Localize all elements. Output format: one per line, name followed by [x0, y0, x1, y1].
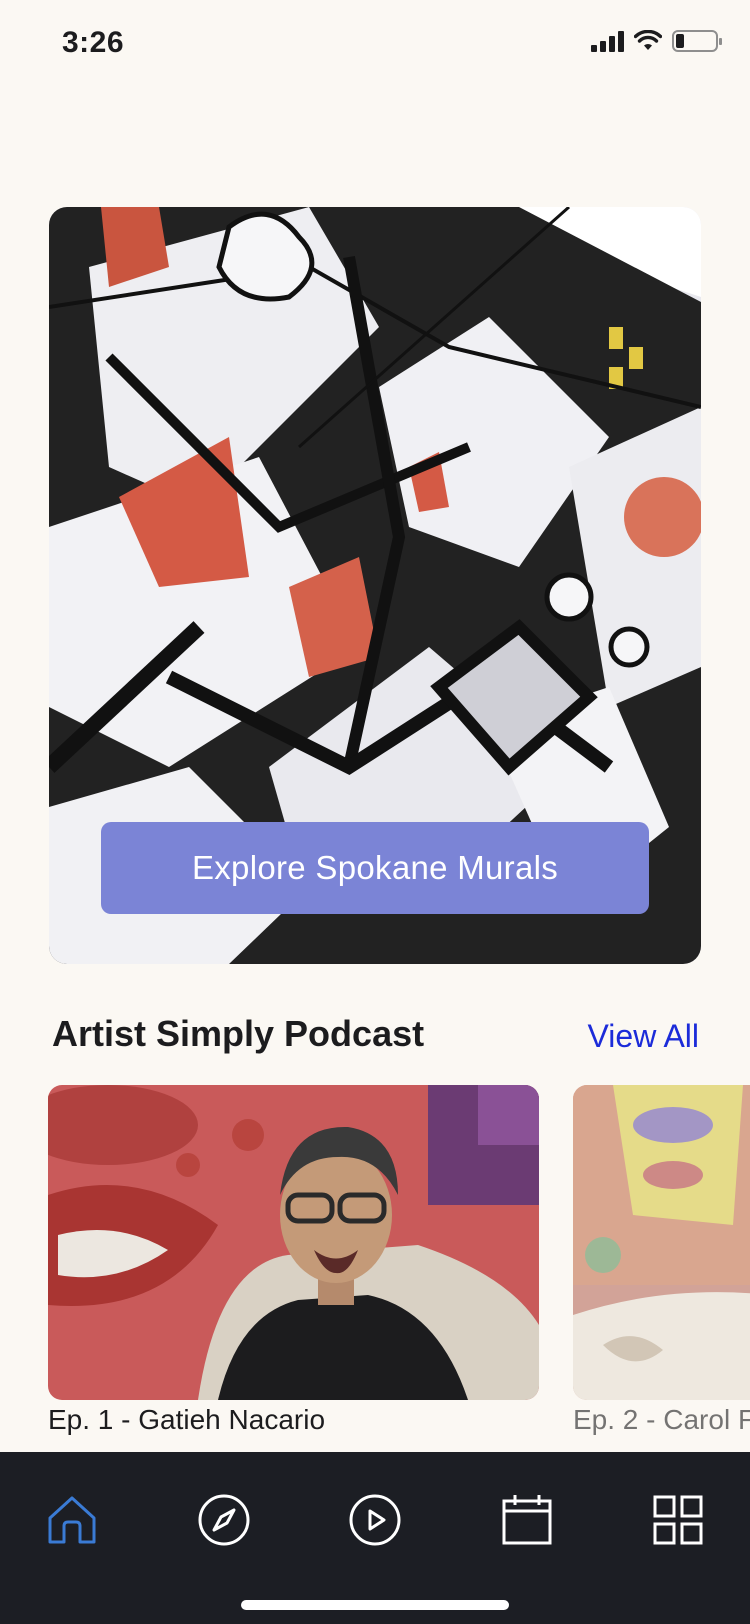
podcast-section-title: Artist Simply Podcast: [52, 1013, 425, 1054]
home-icon: [48, 1496, 96, 1544]
status-icons: [591, 30, 722, 52]
tab-calendar[interactable]: [497, 1490, 557, 1550]
calendar-icon: [502, 1495, 552, 1545]
episode-carousel[interactable]: Ep. 1 - Gatieh Nacario Ep. 2 - Carol F: [48, 1085, 750, 1445]
grid-icon: [653, 1495, 703, 1545]
hero-card[interactable]: Explore Spokane Murals: [49, 207, 701, 964]
tab-explore[interactable]: [194, 1490, 254, 1550]
tab-play[interactable]: [345, 1490, 405, 1550]
cellular-signal-icon: [591, 30, 624, 52]
episode-title: Ep. 2 - Carol F: [573, 1404, 750, 1435]
episode-thumbnail: [573, 1085, 750, 1400]
tab-bar: [0, 1452, 750, 1624]
episode-title: Ep. 1 - Gatieh Nacario: [48, 1404, 326, 1435]
tab-home[interactable]: [42, 1490, 102, 1550]
episode-thumbnail: [48, 1085, 539, 1400]
wifi-icon: [634, 30, 662, 50]
battery-icon: [672, 30, 722, 52]
view-all-link[interactable]: View All: [588, 1018, 699, 1055]
play-icon: [349, 1494, 401, 1546]
compass-icon: [198, 1494, 250, 1546]
explore-murals-button[interactable]: Explore Spokane Murals: [101, 822, 649, 914]
episode-card[interactable]: Ep. 2 - Carol F: [573, 1085, 750, 1436]
episode-card[interactable]: Ep. 1 - Gatieh Nacario: [48, 1085, 539, 1436]
tab-more[interactable]: [648, 1490, 708, 1550]
home-indicator[interactable]: [241, 1600, 509, 1610]
status-time: 3:26: [62, 26, 125, 59]
status-bar: 3:26: [0, 0, 750, 90]
